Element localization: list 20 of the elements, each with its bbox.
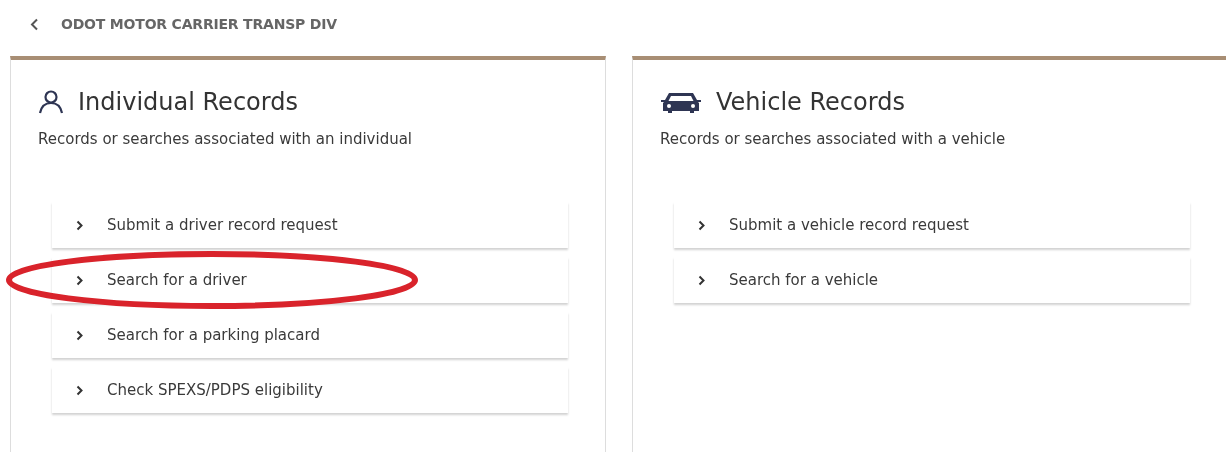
record-link[interactable]: Search for a vehicle (674, 257, 1190, 303)
record-link[interactable]: Search for a parking placard (52, 312, 568, 358)
chevron-icon (76, 329, 83, 341)
car-icon (660, 90, 702, 114)
card-title: Individual Records (78, 88, 298, 116)
record-link[interactable]: Submit a driver record request (52, 202, 568, 248)
chevron-icon (698, 274, 705, 286)
record-link[interactable]: Search for a driver (52, 257, 568, 303)
card-description: Records or searches associated with a vehicle (660, 130, 1007, 148)
chevron-icon (76, 274, 83, 286)
record-link[interactable]: Check SPEXS/PDPS eligibility (52, 367, 568, 413)
chevron-icon (76, 384, 83, 396)
chevron-icon (698, 219, 705, 231)
back-icon[interactable] (30, 17, 39, 31)
record-link[interactable]: Submit a vehicle record request (674, 202, 1190, 248)
card-title: Vehicle Records (716, 88, 905, 116)
person-icon (38, 90, 64, 114)
card-description: Records or searches associated with an individual (38, 130, 414, 148)
chevron-icon (76, 219, 83, 231)
breadcrumb-link[interactable]: ODOT MOTOR CARRIER TRANSP DIV (61, 16, 337, 32)
